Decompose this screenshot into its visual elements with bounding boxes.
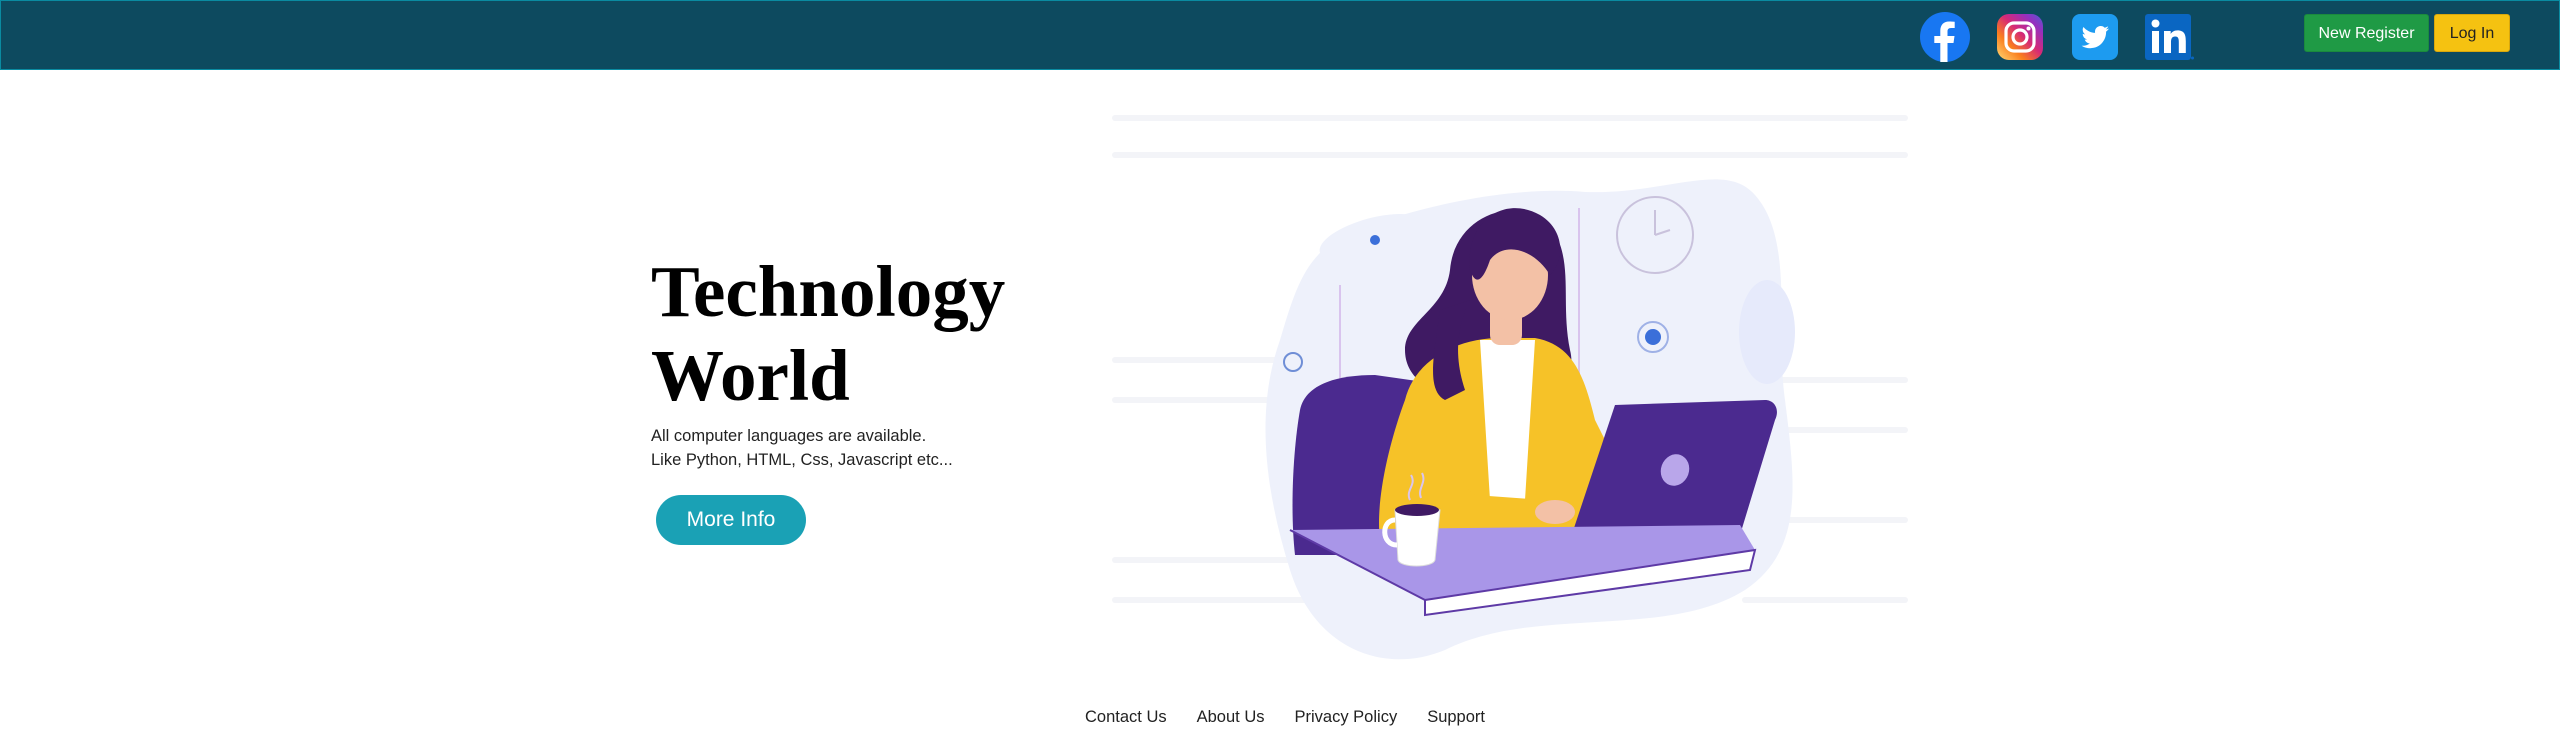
hero-description-line-2: Like Python, HTML, Css, Javascript etc..… xyxy=(651,451,953,469)
new-register-button[interactable]: New Register xyxy=(2304,14,2429,52)
footer-link-support[interactable]: Support xyxy=(1427,708,1485,732)
instagram-icon[interactable] xyxy=(1995,12,2045,62)
more-info-button[interactable]: More Info xyxy=(656,495,806,545)
hero-description: All computer languages are available. Li… xyxy=(651,424,1151,472)
hero-description-line-1: All computer languages are available. xyxy=(651,427,927,445)
footer-link-about-us[interactable]: About Us xyxy=(1197,708,1265,732)
top-navbar: New Register Log In xyxy=(0,0,2560,70)
footer-link-contact-us[interactable]: Contact Us xyxy=(1085,708,1167,732)
hero-title-line-1: Technology xyxy=(651,251,1006,332)
woman-laptop-illustration xyxy=(1105,100,1915,680)
login-button[interactable]: Log In xyxy=(2434,14,2510,52)
linkedin-icon[interactable] xyxy=(2143,12,2194,62)
footer-links: Contact Us About Us Privacy Policy Suppo… xyxy=(1085,708,1485,732)
facebook-icon[interactable] xyxy=(1920,12,1970,62)
twitter-icon[interactable] xyxy=(2070,12,2120,62)
footer-link-privacy-policy[interactable]: Privacy Policy xyxy=(1295,708,1398,732)
hero-title-line-2: World xyxy=(651,335,850,416)
hero-title: Technology World xyxy=(651,250,1071,418)
